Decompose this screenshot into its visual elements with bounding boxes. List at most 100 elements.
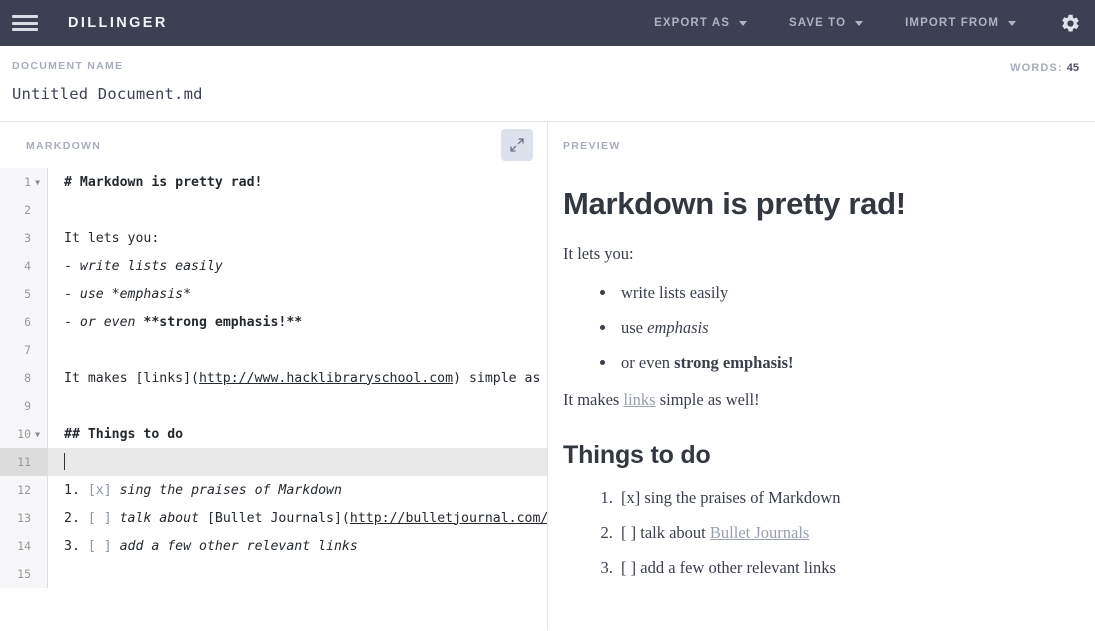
- code-line[interactable]: 8▼ It makes [links](http://www.hacklibrar…: [0, 364, 547, 392]
- code-line-text: - or even **strong emphasis!**: [64, 314, 303, 330]
- app-brand-logo: DILLINGER: [68, 15, 168, 31]
- preview-bullet-item: write lists easily: [617, 281, 1065, 304]
- preview-todo-item: [ ] add a few other relevant links: [617, 556, 1065, 579]
- document-name-label: DOCUMENT NAME: [12, 60, 124, 72]
- line-number-value: 8: [24, 371, 31, 385]
- markdown-editor-pane: MARKDOWN 1▼# Markdown is pretty rad!2▼3▼…: [0, 122, 548, 630]
- chevron-down-icon: [855, 20, 864, 26]
- line-number: 3▼: [0, 224, 48, 252]
- hamburger-bar: [12, 21, 38, 25]
- preview-pane: PREVIEW Markdown is pretty rad! It lets …: [548, 122, 1095, 630]
- preview-heading-1: Markdown is pretty rad!: [563, 186, 906, 221]
- code-line-text: - use *emphasis*: [64, 286, 192, 302]
- settings-button[interactable]: [1060, 13, 1081, 34]
- expand-arrows-icon: [510, 138, 524, 152]
- editor-preview-split: MARKDOWN 1▼# Markdown is pretty rad!2▼3▼…: [0, 122, 1095, 630]
- app-header: DILLINGER EXPORT AS SAVE TO IMPORT FROM: [0, 0, 1095, 46]
- line-number-value: 5: [24, 287, 31, 301]
- code-line-text: [48, 452, 65, 471]
- preview-bullet-list: write lists easily use emphasis or even st…: [563, 281, 1065, 374]
- code-line[interactable]: 2▼: [0, 196, 547, 224]
- code-line[interactable]: 10 ▼ ## Things to do: [0, 420, 547, 448]
- preview-todo-item: [ ] talk about Bullet Journals: [617, 521, 1065, 544]
- line-number-value: 4: [24, 259, 31, 273]
- line-number: 1 ▼: [0, 168, 48, 196]
- line-number: 15▼: [0, 560, 48, 588]
- line-number: 10 ▼: [0, 420, 48, 448]
- header-nav: EXPORT AS SAVE TO IMPORT FROM: [612, 13, 1081, 34]
- export-as-label: EXPORT AS: [654, 17, 730, 29]
- line-number-value: 13: [17, 511, 31, 525]
- fold-arrow-icon[interactable]: ▼: [33, 178, 42, 187]
- code-editor[interactable]: 1▼# Markdown is pretty rad!2▼3▼It lets y…: [0, 168, 547, 630]
- line-number-value: 1: [24, 175, 31, 189]
- code-line-text: - write lists easily: [64, 258, 223, 274]
- preview-heading-2: Things to do: [563, 440, 711, 469]
- hamburger-menu-icon[interactable]: [12, 13, 38, 33]
- fold-arrow-icon[interactable]: ▼: [33, 430, 42, 439]
- line-number-value: 9: [24, 399, 31, 413]
- line-number-value: 15: [17, 567, 31, 581]
- preview-intro-paragraph: It lets you:: [563, 244, 634, 263]
- line-number: 12▼: [0, 476, 48, 504]
- line-number: 6▼: [0, 308, 48, 336]
- word-count: WORDS: 45: [1010, 62, 1079, 74]
- code-line[interactable]: 15▼: [0, 560, 547, 588]
- line-number: 14▼: [0, 532, 48, 560]
- line-number-value: 6: [24, 315, 31, 329]
- save-to-menu[interactable]: SAVE TO: [789, 17, 864, 29]
- preview-todo-item: [x] sing the praises of Markdown: [617, 486, 1065, 509]
- line-number: 8▼: [0, 364, 48, 392]
- code-line[interactable]: 7▼: [0, 336, 547, 364]
- line-number-value: 12: [17, 483, 31, 497]
- line-number-value: 3: [24, 231, 31, 245]
- markdown-pane-label: MARKDOWN: [26, 140, 102, 152]
- import-from-label: IMPORT FROM: [905, 17, 999, 29]
- preview-link-links[interactable]: links: [623, 390, 655, 409]
- line-number: 13▼: [0, 504, 48, 532]
- line-number-value: 2: [24, 203, 31, 217]
- line-number: 9▼: [0, 392, 48, 420]
- code-line[interactable]: 6▼ - or even **strong emphasis!**: [0, 308, 547, 336]
- code-line[interactable]: 14▼ 3. [ ] add a few other relevant links: [0, 532, 547, 560]
- line-number: 5▼: [0, 280, 48, 308]
- import-from-menu[interactable]: IMPORT FROM: [905, 17, 1016, 29]
- hamburger-bar: [12, 15, 38, 18]
- code-line-text: It makes [links](http://www.hacklibrarys…: [64, 370, 541, 386]
- preview-bullet-item: use emphasis: [617, 316, 1065, 339]
- preview-link-bullet-journals[interactable]: Bullet Journals: [710, 523, 809, 542]
- word-count-label: WORDS:: [1010, 62, 1063, 74]
- hamburger-bar: [12, 28, 38, 31]
- line-number-value: 7: [24, 343, 31, 357]
- code-line[interactable]: 4▼ - write lists easily: [0, 252, 547, 280]
- line-number: 2▼: [0, 196, 48, 224]
- line-number: 7▼: [0, 336, 48, 364]
- line-number-value: 10: [17, 427, 31, 441]
- document-name-bar: DOCUMENT NAME Untitled Document.md WORDS…: [0, 46, 1095, 122]
- code-line[interactable]: 9▼: [0, 392, 547, 420]
- chevron-down-icon: [1008, 20, 1016, 26]
- preview-pane-label: PREVIEW: [563, 140, 621, 152]
- line-number-value: 11: [17, 455, 31, 469]
- code-line[interactable]: 1 ▼ # Markdown is pretty rad!: [0, 168, 547, 196]
- gear-icon: [1062, 14, 1079, 32]
- document-name-input[interactable]: Untitled Document.md: [12, 85, 1079, 103]
- code-line-text: 2. [ ] talk about [Bullet Journals](http…: [64, 510, 547, 526]
- expand-editor-button[interactable]: [501, 129, 533, 161]
- code-line-text: # Markdown is pretty rad!: [64, 174, 263, 190]
- preview-todo-list: [x] sing the praises of Markdown [ ] talk…: [563, 486, 1065, 579]
- code-line-text: 1. [x] sing the praises of Markdown: [64, 482, 342, 498]
- code-line-text: 3. [ ] add a few other relevant links: [64, 538, 358, 554]
- code-line[interactable]: 12▼ 1. [x] sing the praises of Markdown: [0, 476, 547, 504]
- word-count-value: 45: [1066, 62, 1079, 74]
- export-as-menu[interactable]: EXPORT AS: [654, 17, 747, 29]
- chevron-down-icon: [739, 20, 747, 26]
- line-number: 4▼: [0, 252, 48, 280]
- code-line[interactable]: 3▼ It lets you:: [0, 224, 547, 252]
- code-line[interactable]: 5▼ - use *emphasis*: [0, 280, 547, 308]
- save-to-label: SAVE TO: [789, 17, 847, 29]
- line-number: 11▼: [0, 448, 48, 476]
- code-line[interactable]: 11▼: [0, 448, 547, 476]
- code-line[interactable]: 13▼ 2. [ ] talk about [Bullet Journals](h…: [0, 504, 547, 532]
- preview-bullet-item: or even strong emphasis!: [617, 351, 1065, 374]
